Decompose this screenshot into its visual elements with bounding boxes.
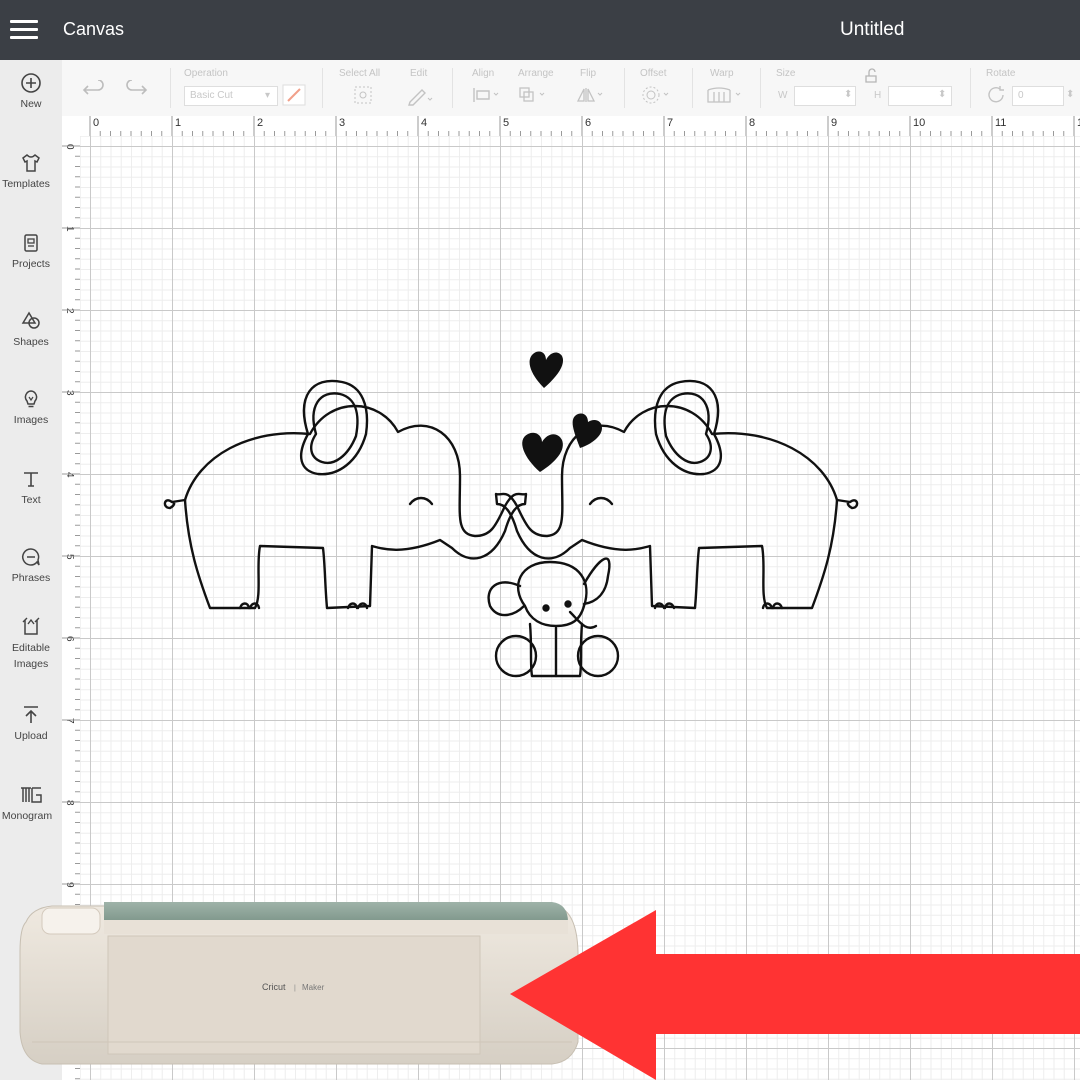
- arrange-icon[interactable]: [518, 86, 550, 104]
- arrange-label: Arrange: [518, 68, 554, 79]
- left-elephant-toes: [238, 602, 369, 610]
- operation-label: Operation: [184, 68, 228, 79]
- right-elephant-tail: [835, 498, 859, 510]
- height-label: H: [874, 90, 882, 101]
- chevron-down-icon: ▾: [265, 90, 271, 101]
- operation-value: Basic Cut: [190, 90, 233, 101]
- horizontal-ruler: 0123456789101112: [62, 116, 1080, 137]
- align-label: Align: [472, 68, 495, 79]
- sidebar-item-label: Projects: [12, 258, 50, 270]
- heart-icon: [529, 351, 564, 388]
- size-label: Size: [776, 68, 796, 79]
- svg-text:|: |: [294, 985, 296, 992]
- rotate-input[interactable]: 0: [1012, 86, 1064, 106]
- project-icon: [24, 234, 38, 252]
- sidebar-item-projects[interactable]: Projects: [0, 232, 62, 272]
- heart-icon: [572, 413, 602, 448]
- monogram-icon: [21, 787, 42, 803]
- sidebar-item-label: Upload: [14, 730, 48, 742]
- sidebar-item-label: Text: [21, 494, 41, 506]
- edit-pencil-icon[interactable]: [406, 84, 434, 106]
- editable-images-icon: [22, 617, 40, 635]
- sidebar-item-images[interactable]: Images: [0, 388, 62, 428]
- heart-icon: [522, 432, 563, 472]
- app-title: Canvas: [63, 19, 125, 39]
- plus-circle-icon: [21, 73, 41, 93]
- machine-brand: Cricut: [262, 982, 286, 992]
- offset-label: Offset: [640, 68, 667, 79]
- redo-icon[interactable]: [124, 80, 148, 98]
- sidebar-item-label: New: [20, 98, 42, 110]
- sidebar-item-new[interactable]: New: [0, 72, 62, 112]
- rotate-value: 0: [1018, 90, 1024, 101]
- top-bar: Canvas Untitled: [0, 0, 1080, 60]
- flip-label: Flip: [580, 68, 597, 79]
- lightbulb-icon: [24, 390, 38, 408]
- lock-icon[interactable]: [864, 68, 884, 84]
- sidebar-item-phrases[interactable]: Phrases: [0, 546, 62, 586]
- width-label: W: [778, 90, 788, 101]
- sidebar-item-label: Phrases: [11, 572, 51, 584]
- select-all-icon[interactable]: [352, 84, 374, 106]
- offset-icon[interactable]: [640, 84, 674, 106]
- edit-label: Edit: [410, 68, 428, 79]
- machine-model: Maker: [302, 983, 325, 992]
- undo-icon[interactable]: [82, 80, 106, 98]
- sidebar-item-label: Editable: [12, 642, 50, 654]
- select-all-label: Select All: [339, 68, 381, 79]
- sidebar-item-text[interactable]: Text: [0, 468, 62, 508]
- edit-toolbar: Operation Basic Cut ▾ Select All Edit Al…: [62, 60, 1080, 117]
- sidebar-item-upload[interactable]: Upload: [0, 704, 62, 744]
- sidebar-item-monogram[interactable]: Monogram: [0, 784, 62, 824]
- hearts: [522, 351, 602, 472]
- sidebar-item-editable-images[interactable]: Editable Images: [0, 616, 62, 672]
- height-stepper-icon[interactable]: ⬍: [938, 89, 946, 100]
- sidebar-item-templates[interactable]: Templates: [0, 152, 62, 192]
- baby-elephant: [487, 557, 620, 678]
- sidebar-item-label: Shapes: [13, 336, 49, 348]
- right-elephant-ear-inner: [663, 392, 712, 465]
- right-elephant-eye: [588, 496, 614, 506]
- text-icon: [24, 472, 38, 487]
- pen-color-icon[interactable]: [282, 84, 306, 106]
- flip-icon[interactable]: [576, 86, 608, 104]
- left-elephant-tail: [163, 498, 187, 510]
- rotate-label: Rotate: [986, 68, 1016, 79]
- upload-icon: [24, 706, 38, 723]
- menu-icon[interactable]: [10, 20, 38, 40]
- align-icon[interactable]: [472, 86, 502, 104]
- shapes-icon: [21, 311, 40, 329]
- right-elephant-toes: [653, 602, 784, 610]
- rotate-icon[interactable]: [986, 85, 1008, 105]
- document-title: Untitled: [840, 19, 905, 40]
- sidebar-item-label: Images: [13, 414, 49, 426]
- width-stepper-icon[interactable]: ⬍: [844, 89, 852, 100]
- sidebar-item-shapes[interactable]: Shapes: [0, 310, 62, 350]
- warp-icon[interactable]: [706, 86, 746, 104]
- shirt-icon: [22, 154, 40, 172]
- speech-bubble-icon: [22, 548, 40, 566]
- sidebar-item-label: Monogram: [1, 810, 53, 822]
- cricut-maker-machine: Cricut | Maker: [19, 902, 579, 1065]
- sidebar-item-label: Templates: [2, 178, 50, 190]
- rotate-stepper-icon[interactable]: ⬍: [1066, 89, 1074, 100]
- warp-label: Warp: [710, 68, 734, 79]
- left-elephant-ear-inner: [310, 392, 359, 465]
- red-arrow-pointer: [510, 910, 1080, 1080]
- operation-select[interactable]: Basic Cut ▾: [184, 86, 278, 106]
- sidebar-item-label-2: Images: [13, 658, 49, 670]
- left-elephant-eye: [408, 496, 434, 506]
